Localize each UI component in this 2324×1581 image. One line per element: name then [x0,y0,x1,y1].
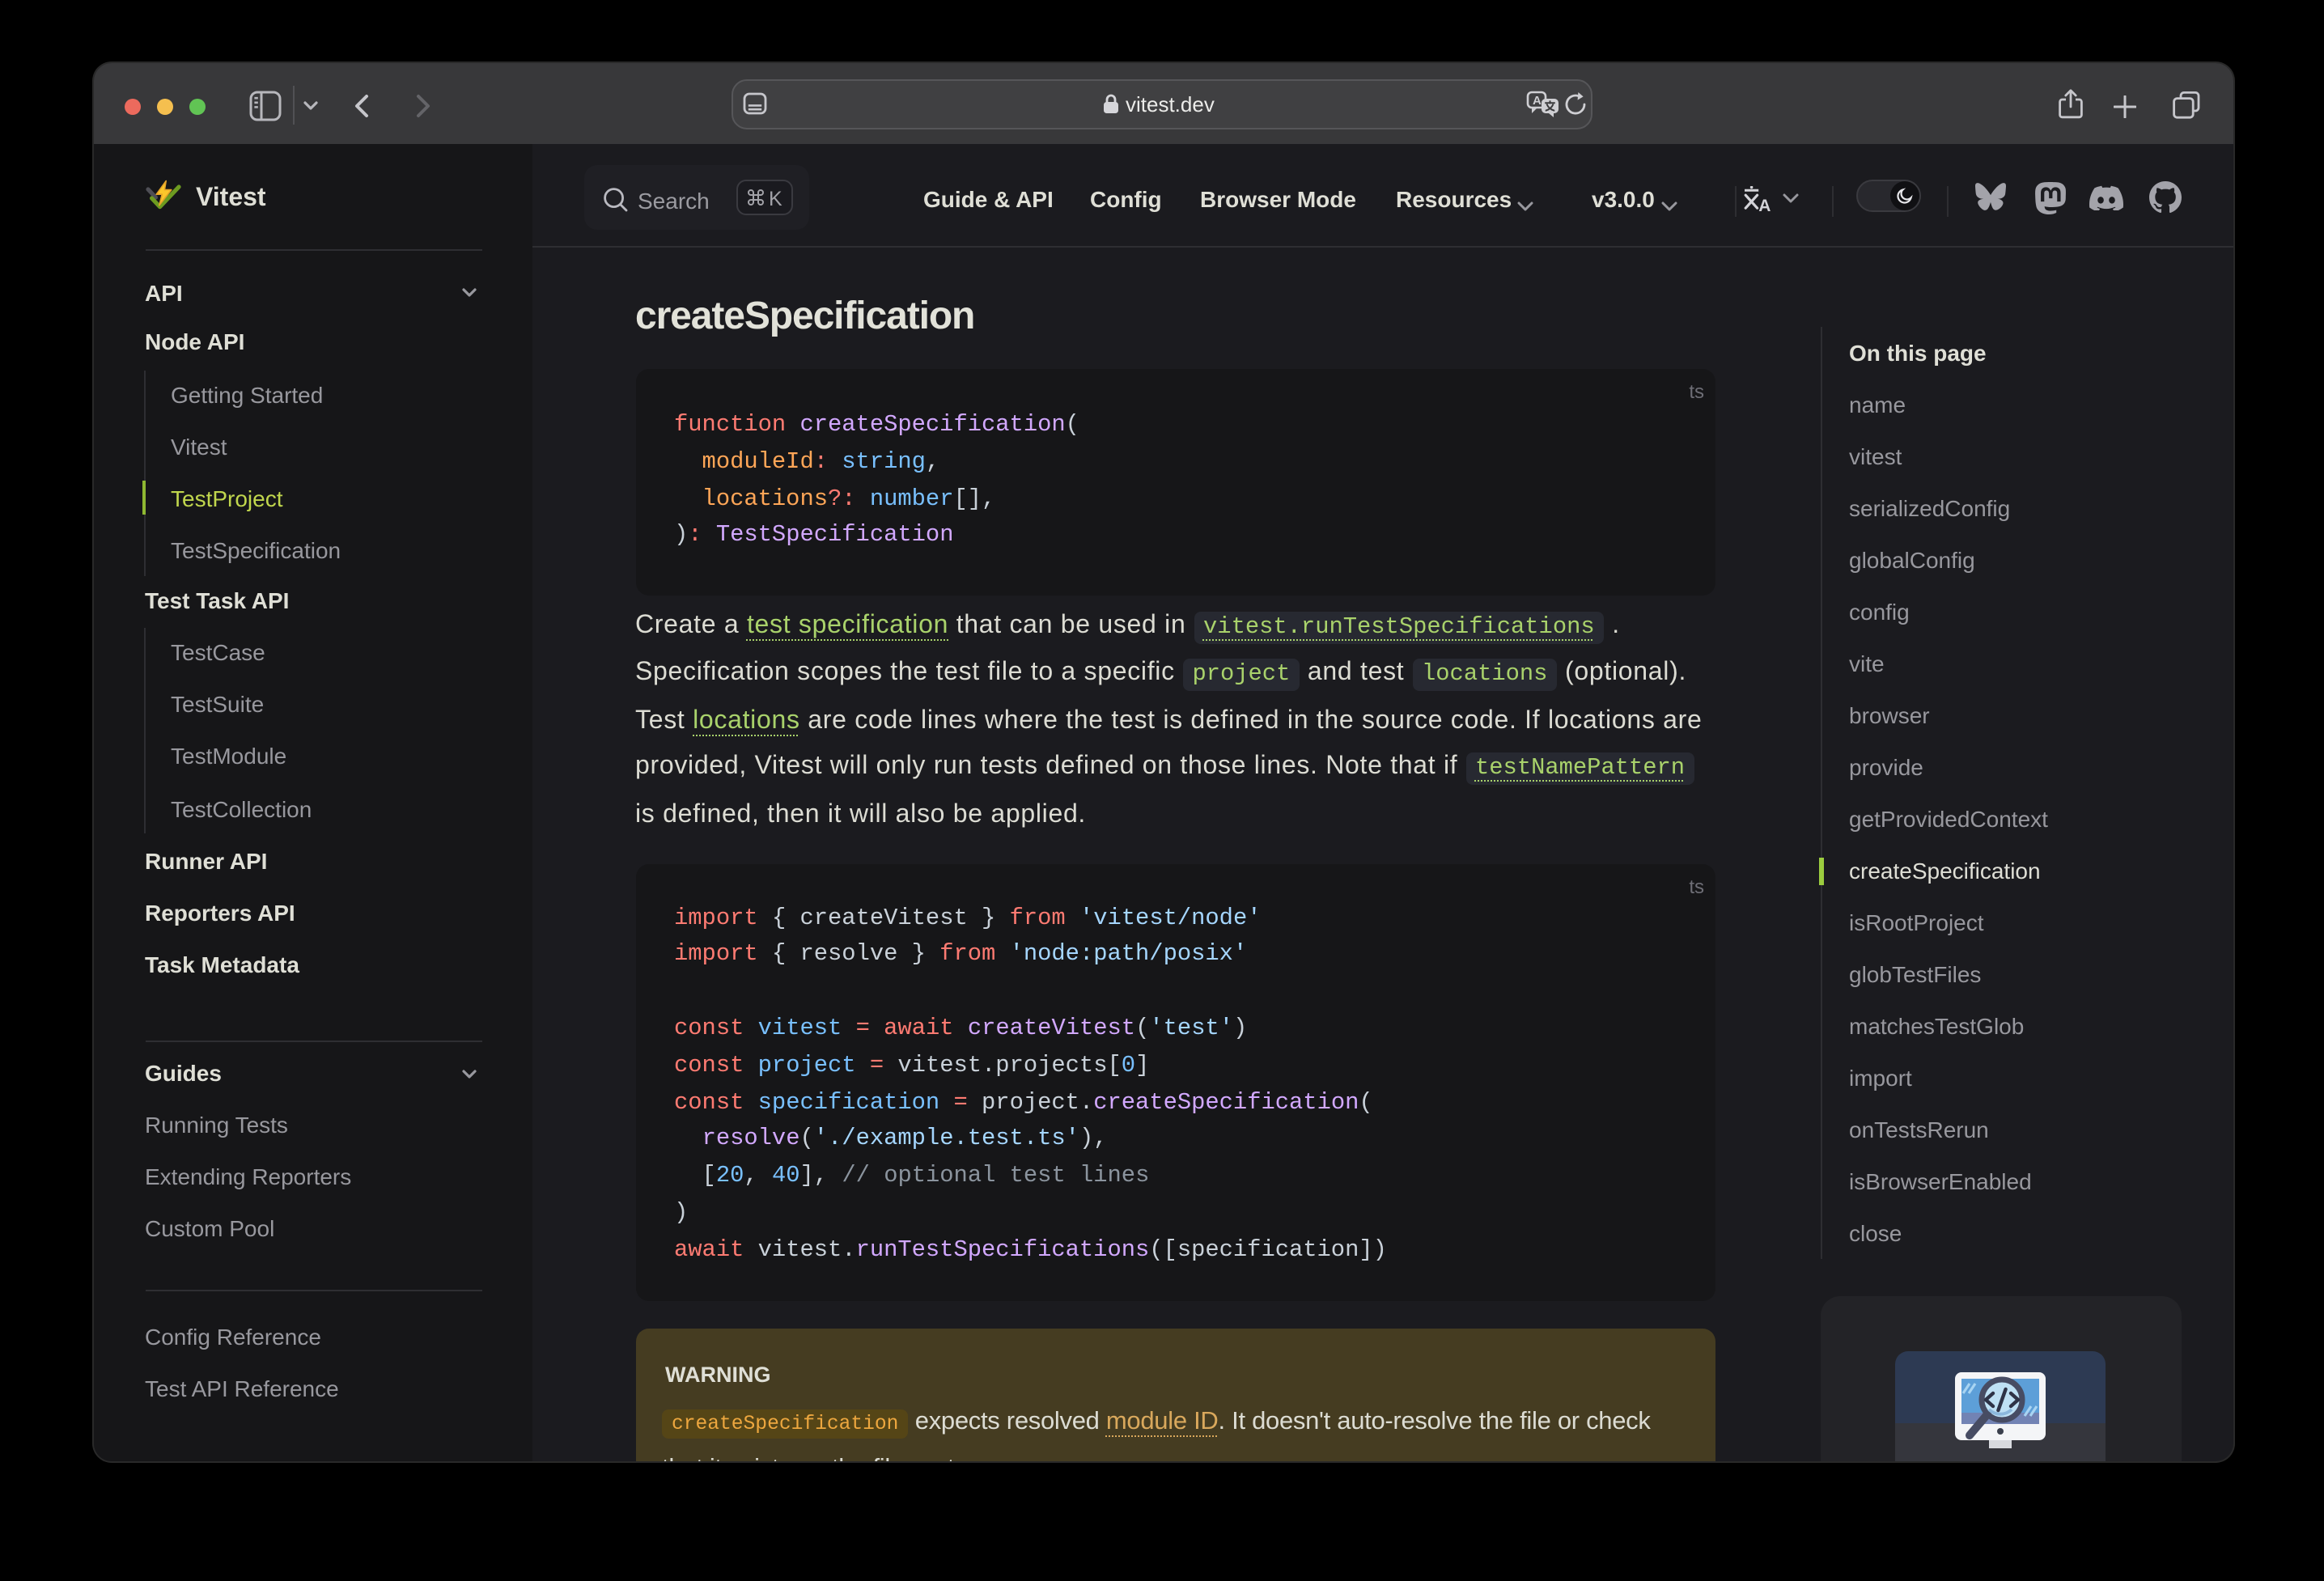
svg-text:A: A [1532,94,1541,108]
svg-text:A: A [1758,197,1770,212]
